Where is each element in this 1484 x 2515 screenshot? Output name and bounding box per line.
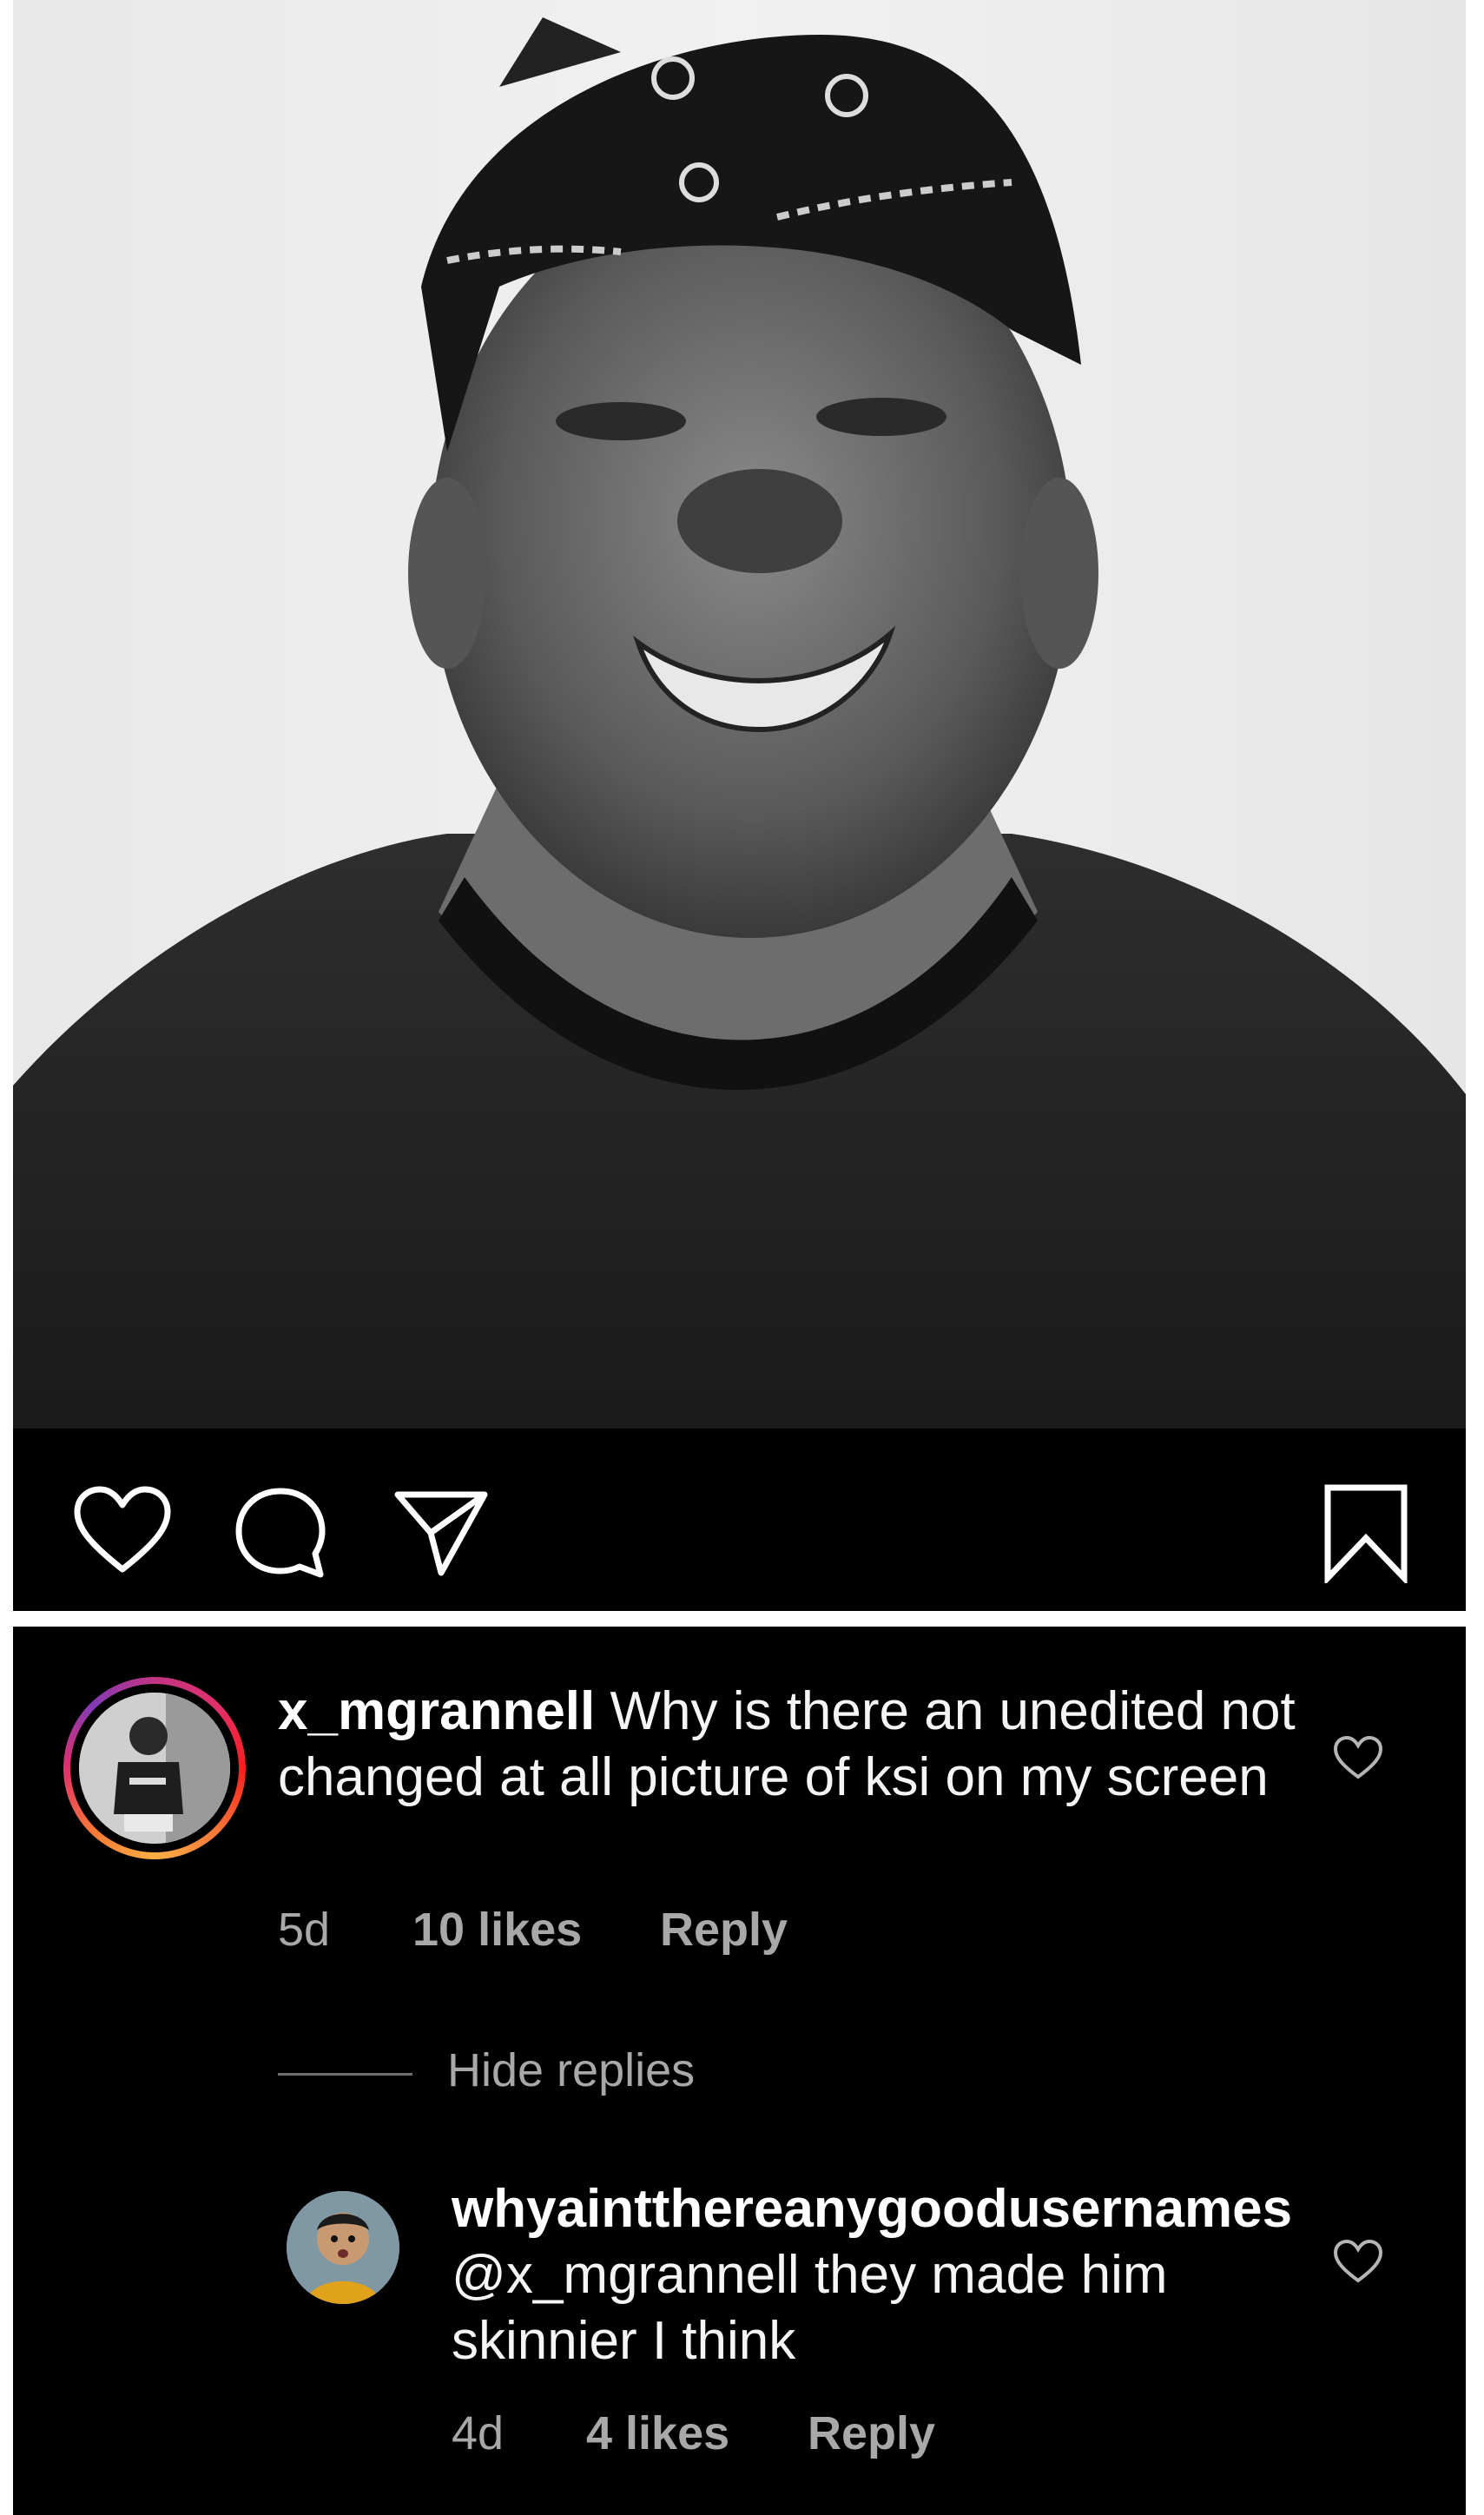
reply-likes[interactable]: 4 likes [586, 2406, 729, 2460]
comment-username[interactable]: x_mgrannell [278, 1681, 595, 1741]
reply-button[interactable]: Reply [808, 2406, 935, 2460]
avatar[interactable] [63, 1677, 246, 1859]
reply-body: whyaintthereanygoodusernames @x_mgrannel… [452, 2176, 1355, 2374]
profile-picture-icon [287, 2191, 399, 2304]
profile-picture-icon [79, 1693, 230, 1844]
reply-like-icon[interactable] [1333, 2239, 1383, 2284]
hide-replies-button[interactable]: Hide replies [447, 2043, 695, 2097]
reply-mention[interactable]: @x_mgrannell [452, 2245, 800, 2305]
heart-outline-icon[interactable] [72, 1482, 173, 1583]
reply-meta: 4d 4 likes Reply [452, 2406, 1059, 2467]
portrait-image [13, 17, 1466, 1429]
comment-time: 5d [278, 1904, 331, 1956]
comments-section: x_mgrannell Why is there an unedited not… [13, 1627, 1466, 2515]
reply-button[interactable]: Reply [660, 1903, 788, 1957]
comment-bubble-icon[interactable] [230, 1482, 331, 1583]
bookmark-icon[interactable] [1316, 1482, 1416, 1586]
comment-like-icon[interactable] [1333, 1735, 1383, 1780]
reply-username[interactable]: whyaintthereanygoodusernames [452, 2176, 1355, 2242]
comment-meta: 5d 10 likes Reply [278, 1903, 886, 1964]
comment-likes[interactable]: 10 likes [412, 1903, 582, 1957]
comment-body: x_mgrannell Why is there an unedited not… [278, 1679, 1346, 1811]
divider [0, 1611, 1484, 1627]
post-photo[interactable] [13, 0, 1466, 1429]
paper-plane-icon[interactable] [391, 1482, 491, 1583]
replies-divider [278, 2073, 412, 2076]
reply-time: 4d [452, 2407, 505, 2459]
avatar[interactable] [287, 2191, 399, 2304]
post-action-bar [13, 1429, 1466, 1611]
